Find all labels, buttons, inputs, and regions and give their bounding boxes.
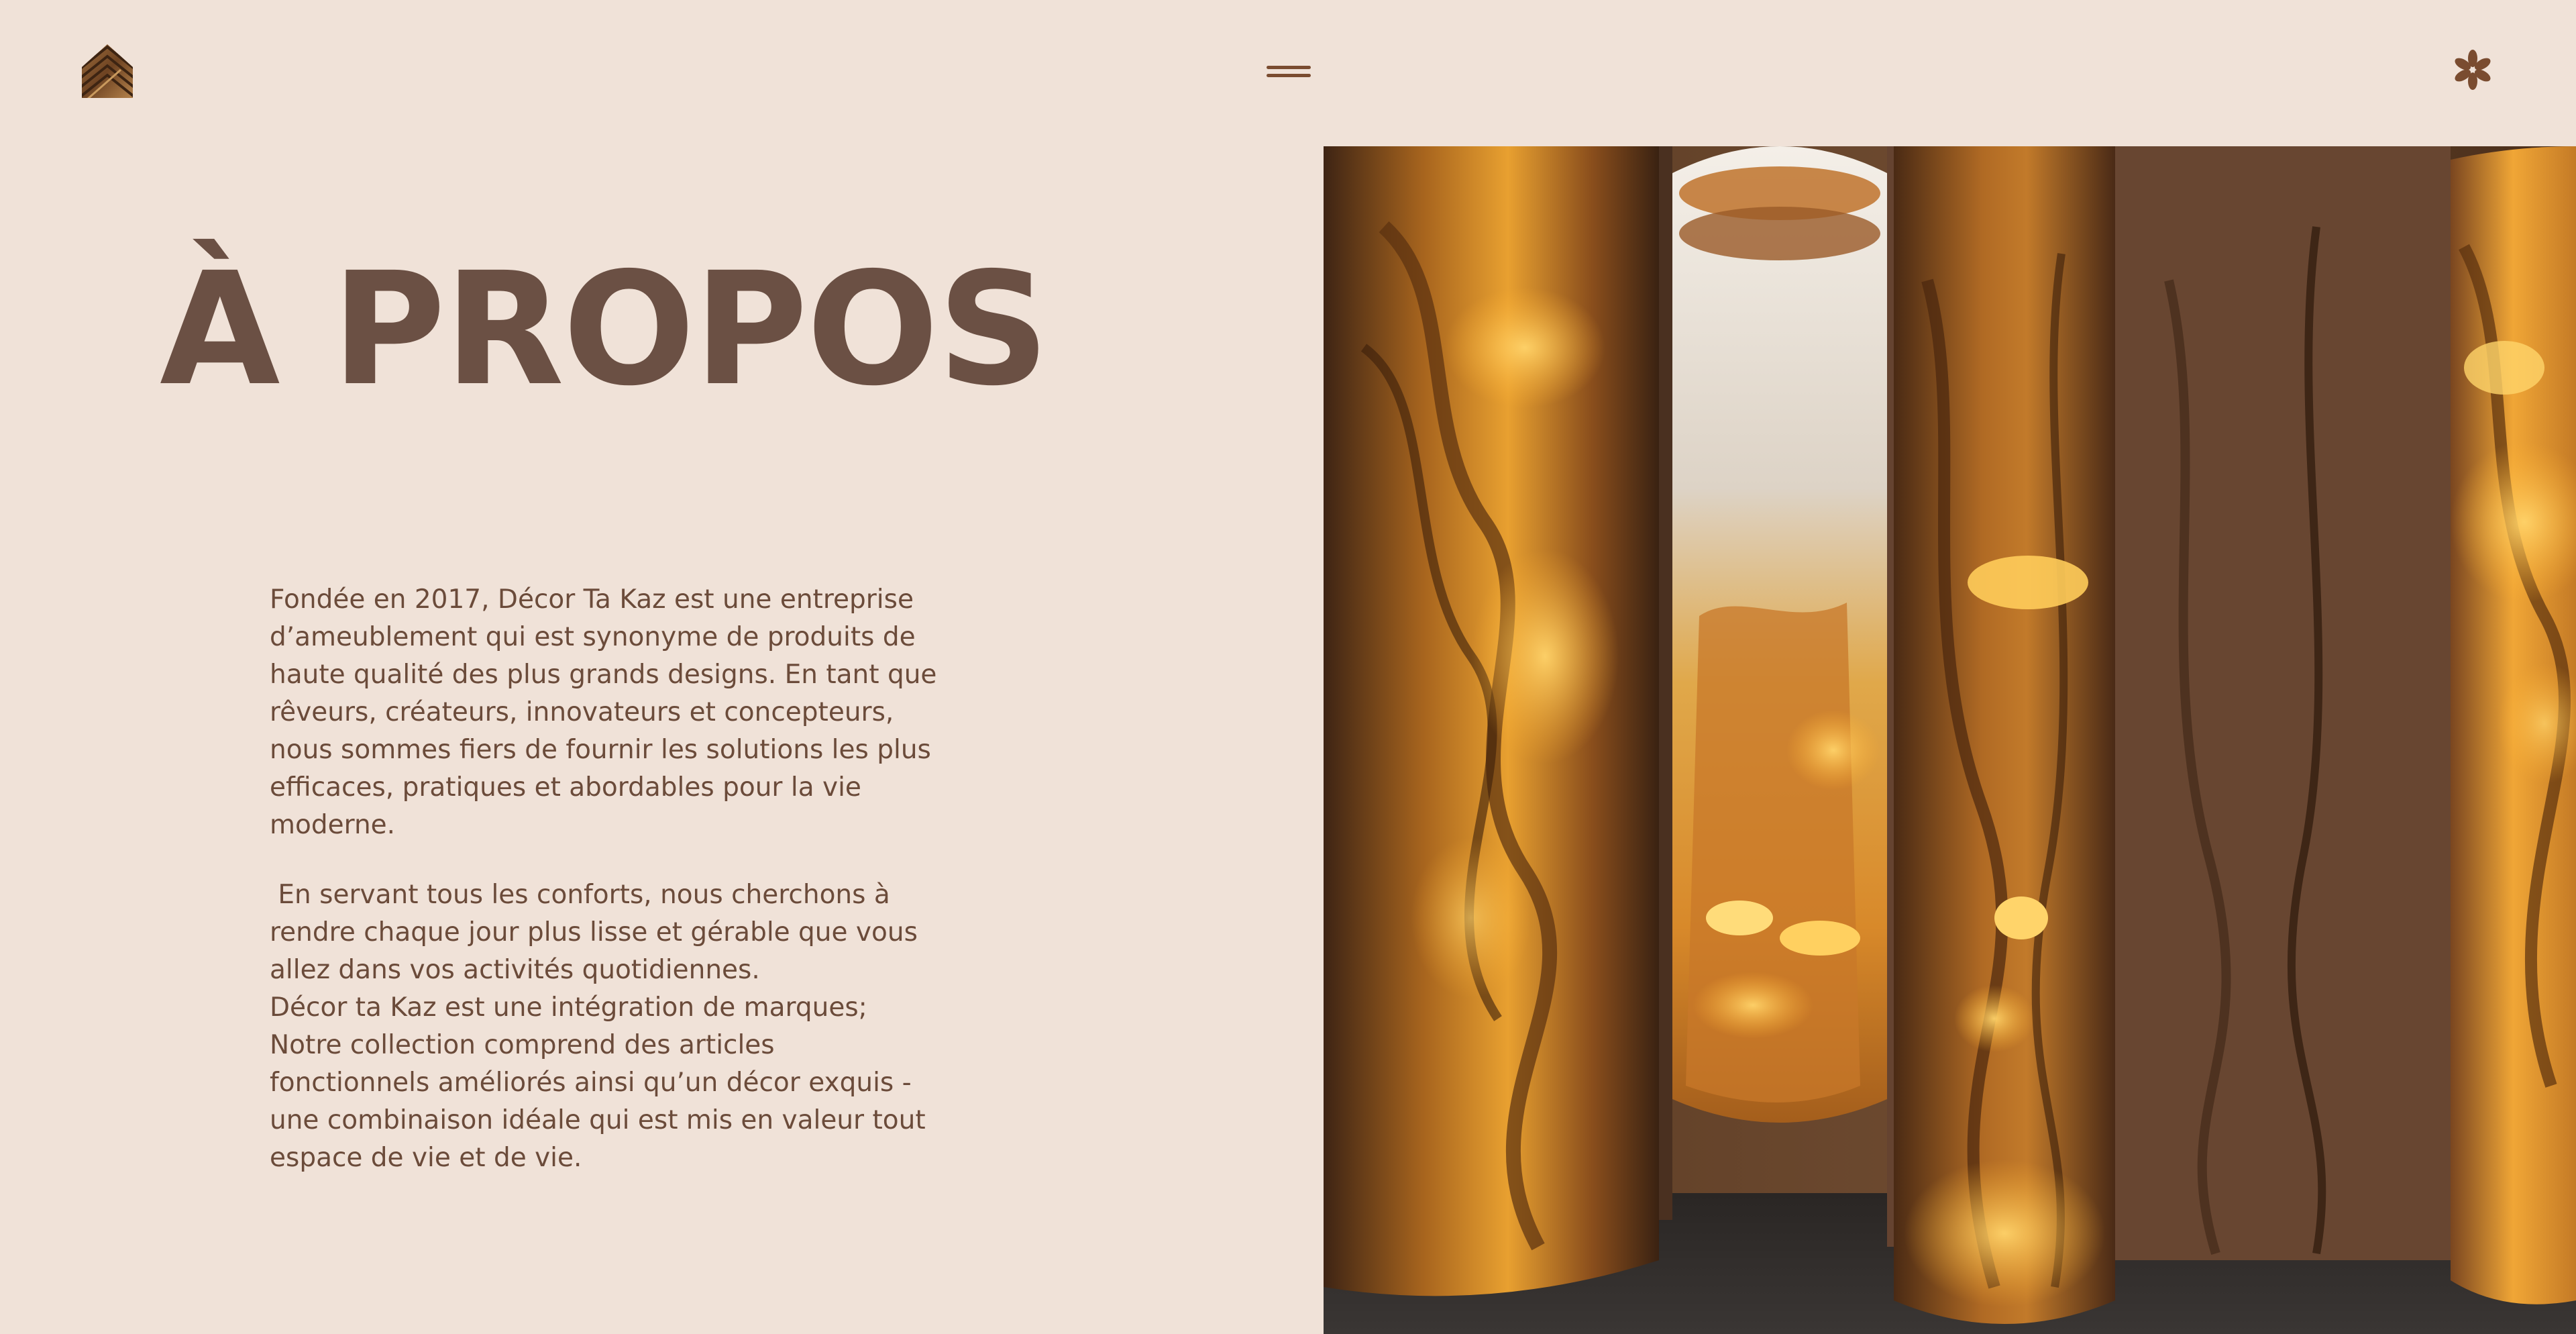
about-paragraph-1: Fondée en 2017, Décor Ta Kaz est une ent… xyxy=(270,581,954,844)
text-line: moderne. xyxy=(270,810,396,840)
text-line: rêveurs, créateurs, innovateurs et conce… xyxy=(270,697,894,727)
text-line: Fondée en 2017, Décor Ta Kaz est une ent… xyxy=(270,584,914,615)
text-line: espace de vie et de vie. xyxy=(270,1143,582,1173)
text-line: nous sommes fiers de fournir les solutio… xyxy=(270,735,931,765)
text-line: fonctionnels améliorés ainsi qu’un décor… xyxy=(270,1068,912,1098)
text-line: Décor ta Kaz est une intégration de marq… xyxy=(270,992,867,1023)
asterisk-icon[interactable] xyxy=(2451,48,2494,91)
text-line: allez dans vos activités quotidiennes. xyxy=(270,955,760,985)
text-line: haute qualité des plus grands designs. E… xyxy=(270,660,937,690)
hero-photo xyxy=(1324,146,2576,1334)
hamburger-menu-icon[interactable] xyxy=(1267,63,1311,82)
text-line: d’ameublement qui est synonyme de produi… xyxy=(270,622,916,652)
about-paragraph-2: En servant tous les conforts, nous cherc… xyxy=(270,876,954,1177)
text-line: rendre chaque jour plus lisse et gérable… xyxy=(270,917,918,947)
text-line: Notre collection comprend des articles xyxy=(270,1030,775,1060)
text-line: efficaces, pratiques et abordables pour … xyxy=(270,772,861,803)
text-line: En servant tous les conforts, nous cherc… xyxy=(270,880,890,910)
about-body: Fondée en 2017, Décor Ta Kaz est une ent… xyxy=(270,581,954,1177)
text-line: une combinaison idéale qui est mis en va… xyxy=(270,1105,926,1135)
page-title: À PROPOS xyxy=(160,239,1050,420)
wood-chevron-logo-icon[interactable] xyxy=(80,43,134,99)
